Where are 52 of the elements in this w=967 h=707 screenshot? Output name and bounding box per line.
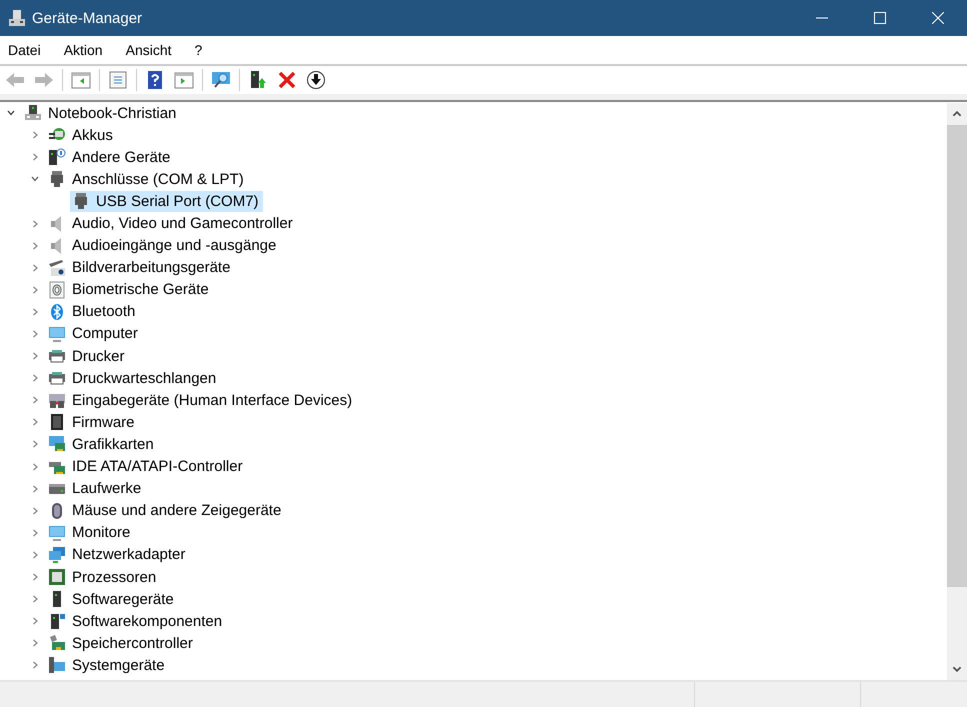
tree-item[interactable]: Bluetooth xyxy=(46,301,140,322)
printer-icon xyxy=(48,347,66,366)
device-question-icon xyxy=(48,148,66,166)
network-icon xyxy=(48,546,66,564)
tree-item[interactable]: Grafikkarten xyxy=(46,434,158,455)
tree-item[interactable]: Computer xyxy=(46,323,142,344)
tree-item[interactable]: Akkus xyxy=(46,124,117,146)
tree-item[interactable]: Druckwarteschlangen xyxy=(46,368,220,389)
tree-item[interactable]: Notebook-Christian xyxy=(22,102,180,124)
tree-item[interactable]: Laufwerke xyxy=(46,478,146,500)
menu-item[interactable]: Datei xyxy=(1,42,48,58)
bluetooth-icon xyxy=(48,302,66,321)
fingerprint-icon xyxy=(48,280,66,299)
tree-item[interactable]: Softwaregeräte xyxy=(46,588,178,610)
tree-item[interactable]: Systemgeräte xyxy=(46,654,169,676)
tree-item[interactable]: Softwarekomponenten xyxy=(46,610,226,632)
tree-item[interactable]: Monitore xyxy=(46,522,134,544)
monitor-icon xyxy=(48,524,66,542)
scroll-thumb[interactable] xyxy=(947,125,967,587)
scrollbar[interactable] xyxy=(947,103,967,680)
controller-icon xyxy=(48,634,66,652)
tower-puzzle-icon xyxy=(48,612,66,630)
tree-item[interactable]: Audio, Video und Gamecontroller xyxy=(46,213,297,234)
keyboard-icon xyxy=(48,391,66,410)
camera-icon xyxy=(48,258,66,277)
tree-item[interactable]: IDE ATA/ATAPI-Controller xyxy=(46,456,247,478)
tree-item[interactable]: Eingabegeräte (Human Interface Devices) xyxy=(46,390,356,411)
tree-item[interactable]: Speichercontroller xyxy=(46,632,197,654)
tree-item[interactable]: Firmware xyxy=(46,412,138,433)
monitor-card-icon xyxy=(48,435,66,454)
processor-icon xyxy=(48,568,66,586)
tree-item[interactable]: Netzwerkadapter xyxy=(46,544,190,566)
tree-item[interactable]: Anschlüsse (COM & LPT) xyxy=(46,168,248,190)
monitor-icon xyxy=(48,324,66,343)
tree-item[interactable]: Drucker xyxy=(46,346,129,367)
window-title: Geräte-Manager xyxy=(32,10,142,26)
menu-item[interactable]: Ansicht xyxy=(118,42,179,58)
printer-icon xyxy=(48,369,66,388)
menu-item[interactable]: Aktion xyxy=(56,42,110,58)
app-icon xyxy=(8,9,26,27)
port-icon xyxy=(72,192,90,210)
tree-item[interactable]: Mäuse und andere Zeigegeräte xyxy=(46,500,286,522)
tree-item[interactable]: Bildverarbeitungsgeräte xyxy=(46,257,234,278)
port-icon xyxy=(48,170,66,188)
tree-item[interactable]: USB Serial Port (COM7) xyxy=(70,190,263,212)
tree-item[interactable]: Audioeingänge und -ausgänge xyxy=(46,235,280,256)
tree-item[interactable]: Andere Geräte xyxy=(46,146,174,168)
tree-item[interactable]: Prozessoren xyxy=(46,566,160,588)
tree-item[interactable]: Biometrische Geräte xyxy=(46,279,213,300)
computer-icon xyxy=(48,656,66,674)
menu-item[interactable]: ? xyxy=(188,42,210,58)
chip-icon xyxy=(48,413,66,432)
